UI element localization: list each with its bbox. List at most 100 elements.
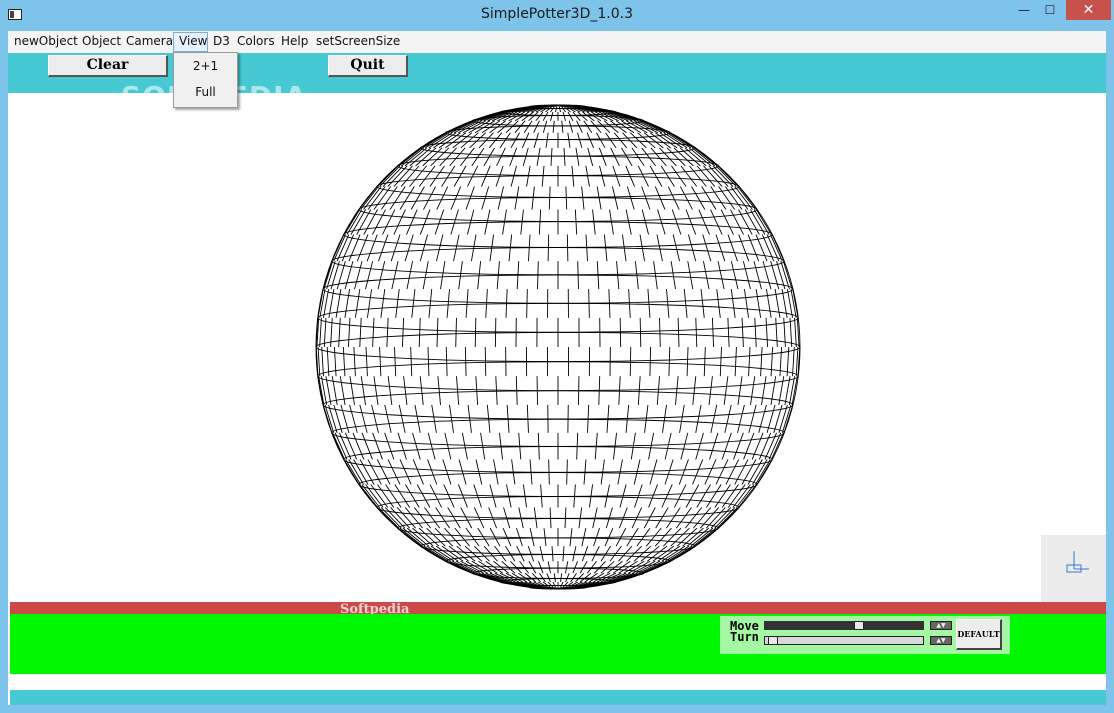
longitude-segment xyxy=(773,404,783,433)
longitude-segment xyxy=(566,234,569,262)
close-button[interactable]: ✕ xyxy=(1066,0,1111,20)
menu-newobject[interactable]: newObject xyxy=(14,34,78,48)
longitude-segment xyxy=(679,404,685,433)
longitude-segment xyxy=(431,404,437,433)
longitude-segment xyxy=(434,527,454,547)
menu-d3[interactable]: D3 xyxy=(213,34,230,48)
longitude-segment xyxy=(333,346,337,377)
menu-camera[interactable]: Camera xyxy=(126,34,173,48)
longitude-segment xyxy=(318,376,325,405)
longitude-segment xyxy=(631,147,645,167)
longitude-segment xyxy=(399,186,415,210)
longitude-segment xyxy=(779,346,783,377)
menu-colors[interactable]: Colors xyxy=(237,34,275,48)
longitude-segment xyxy=(654,186,666,210)
longitude-segment xyxy=(339,376,346,405)
longitude-segment xyxy=(730,261,739,290)
move-slider[interactable] xyxy=(764,621,924,630)
longitude-segment xyxy=(449,404,454,433)
longitude-segment xyxy=(365,261,374,290)
longitude-segment xyxy=(762,261,772,290)
longitude-segment xyxy=(322,404,333,433)
longitude-segment xyxy=(441,165,456,187)
longitude-segment xyxy=(730,289,736,318)
menu-help[interactable]: Help xyxy=(281,34,308,48)
default-button[interactable]: DEFAULT xyxy=(956,619,1002,650)
longitude-segment xyxy=(565,186,568,210)
longitude-segment xyxy=(539,573,546,583)
longitude-segment xyxy=(533,120,540,133)
longitude-segment xyxy=(555,106,558,113)
longitude-segment xyxy=(626,545,643,562)
longitude-segment xyxy=(429,484,442,508)
longitude-segment xyxy=(795,346,799,377)
longitude-segment xyxy=(399,527,423,547)
quit-button[interactable]: Quit xyxy=(328,55,408,77)
longitude-segment xyxy=(571,165,575,187)
longitude-segment xyxy=(418,165,436,187)
longitude-segment xyxy=(440,261,446,290)
longitude-segment xyxy=(711,317,715,348)
maximize-button[interactable]: ☐ xyxy=(1037,0,1063,20)
longitude-segment xyxy=(356,234,369,262)
longitude-segment xyxy=(536,147,541,166)
longitude-segment xyxy=(770,376,777,405)
dropdown-item-full[interactable]: Full xyxy=(174,85,237,99)
menu-setscreensize[interactable]: setScreenSize xyxy=(316,34,400,48)
longitude-segment xyxy=(450,186,462,210)
longitude-segment xyxy=(336,234,350,262)
longitude-segment xyxy=(628,289,631,318)
longitude-segment xyxy=(399,459,412,485)
longitude-segment xyxy=(634,261,639,290)
menu-object[interactable]: Object xyxy=(82,34,121,48)
longitude-segment xyxy=(684,507,703,529)
longitude-segment xyxy=(733,432,744,460)
longitude-segment xyxy=(538,561,544,574)
longitude-segment xyxy=(633,545,652,562)
longitude-segment xyxy=(397,147,421,167)
longitude-segment xyxy=(344,289,351,318)
menu-view[interactable]: View xyxy=(179,34,207,48)
longitude-segment xyxy=(710,209,723,235)
longitude-segment xyxy=(460,507,473,529)
render-canvas[interactable] xyxy=(8,93,1106,602)
move-arrows-icon[interactable]: ▲▼ xyxy=(930,621,952,630)
longitude-segment xyxy=(738,209,753,235)
longitude-segment xyxy=(566,459,568,485)
longitude-segment xyxy=(467,404,472,433)
longitude-segment xyxy=(560,573,563,583)
longitude-segment xyxy=(377,165,399,187)
longitude-segment xyxy=(384,404,392,433)
longitude-segment xyxy=(649,459,658,485)
dropdown-item-2plus1[interactable]: 2+1 xyxy=(174,59,237,73)
longitude-segment xyxy=(391,261,399,290)
longitude-segment xyxy=(446,120,474,134)
longitude-segment xyxy=(701,186,717,210)
longitude-segment xyxy=(709,432,719,460)
longitude-segment xyxy=(467,165,479,187)
longitude-segment xyxy=(783,317,786,348)
longitude-segment xyxy=(406,261,413,290)
move-slider-thumb[interactable] xyxy=(854,621,864,630)
longitude-segment xyxy=(404,507,424,529)
longitude-segment xyxy=(685,209,697,235)
longitude-segment xyxy=(409,165,427,187)
turn-arrows-icon[interactable]: ▲▼ xyxy=(930,636,952,645)
longitude-segment xyxy=(393,209,406,235)
longitude-segment xyxy=(390,234,401,262)
turn-slider-thumb[interactable] xyxy=(768,636,778,645)
turn-slider[interactable] xyxy=(764,636,924,645)
longitude-segment xyxy=(561,120,564,133)
window-title: SimplePotter3D_1.0.3 xyxy=(481,6,633,22)
minimize-button[interactable]: — xyxy=(1011,0,1037,20)
spacer-bar xyxy=(10,674,1106,690)
longitude-segment xyxy=(363,186,382,210)
longitude-segment xyxy=(379,346,382,377)
clear-button[interactable]: Clear xyxy=(48,55,168,77)
longitude-segment xyxy=(419,234,428,262)
longitude-segment xyxy=(579,572,592,583)
longitude-segment xyxy=(683,289,688,318)
longitude-segment xyxy=(736,484,755,508)
longitude-segment xyxy=(648,432,655,460)
app-frame: newObject Object Camera View D3 Colors H… xyxy=(8,31,1106,705)
